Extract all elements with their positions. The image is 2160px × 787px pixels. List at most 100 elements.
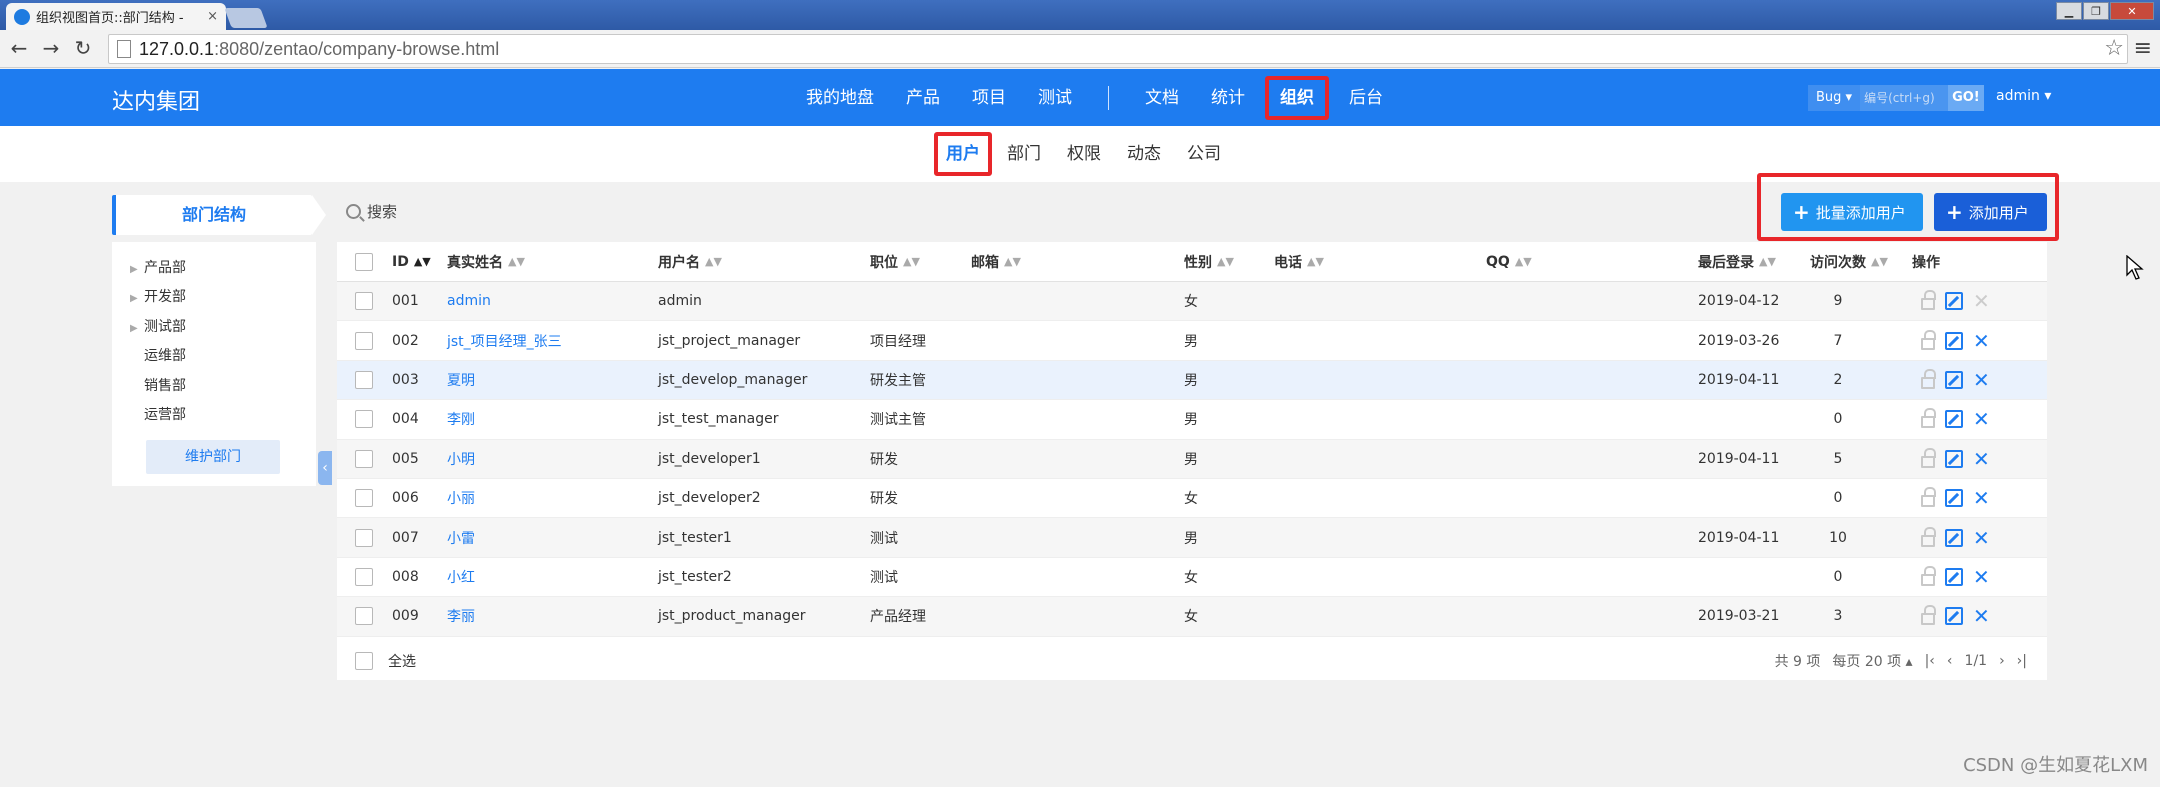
row-checkbox[interactable] bbox=[355, 410, 373, 429]
row-checkbox[interactable] bbox=[355, 567, 373, 586]
dept-node[interactable]: 销售部 bbox=[130, 372, 186, 401]
delete-icon[interactable]: ✕ bbox=[1973, 528, 1990, 548]
select-all-label[interactable]: 全选 bbox=[388, 642, 416, 680]
row-checkbox[interactable] bbox=[355, 370, 373, 389]
col-visits[interactable]: 访问次数 ▲▼ bbox=[1810, 242, 1888, 281]
tab-dept[interactable]: 部门 bbox=[996, 132, 1052, 176]
col-phone[interactable]: 电话 ▲▼ bbox=[1274, 242, 1324, 281]
delete-icon[interactable]: ✕ bbox=[1973, 606, 1990, 626]
nav-doc[interactable]: 文档 bbox=[1133, 76, 1191, 120]
row-checkbox[interactable] bbox=[355, 528, 373, 547]
lock-icon[interactable] bbox=[1921, 447, 1936, 468]
browser-tab[interactable]: 组织视图首页::部门结构 - × bbox=[6, 3, 226, 30]
table-row[interactable]: 008 小红 jst_tester2 测试 女 0 ✕ bbox=[337, 558, 2047, 598]
col-account[interactable]: 用户名 ▲▼ bbox=[658, 242, 722, 281]
bookmark-star-icon[interactable]: ☆ bbox=[2104, 36, 2124, 61]
delete-icon[interactable]: ✕ bbox=[1973, 409, 1990, 429]
next-page-icon[interactable]: › bbox=[1999, 653, 2005, 669]
cell-realname[interactable]: 李刚 bbox=[447, 400, 475, 438]
cell-realname[interactable]: 小红 bbox=[447, 558, 475, 596]
table-row[interactable]: 002 jst_项目经理_张三 jst_project_manager 项目经理 男 20… bbox=[337, 321, 2047, 361]
reload-button[interactable]: ↻ bbox=[70, 36, 96, 60]
nav-project[interactable]: 项目 bbox=[960, 76, 1018, 120]
prev-page-icon[interactable]: ‹ bbox=[1947, 653, 1953, 669]
lock-icon[interactable] bbox=[1921, 487, 1936, 508]
collapse-sidebar-icon[interactable]: ‹ bbox=[318, 451, 332, 485]
nav-qa[interactable]: 测试 bbox=[1026, 76, 1084, 120]
delete-icon[interactable]: ✕ bbox=[1973, 449, 1990, 469]
nav-company[interactable]: 组织 bbox=[1265, 75, 1329, 120]
cell-realname[interactable]: jst_项目经理_张三 bbox=[447, 321, 562, 359]
lock-icon[interactable] bbox=[1921, 368, 1936, 389]
col-qq[interactable]: QQ ▲▼ bbox=[1486, 242, 1532, 281]
back-button[interactable]: ← bbox=[6, 36, 32, 60]
table-row[interactable]: 009 李丽 jst_product_manager 产品经理 女 2019-03-21 3… bbox=[337, 597, 2047, 637]
row-checkbox[interactable] bbox=[355, 292, 373, 311]
select-all-checkbox[interactable] bbox=[355, 652, 373, 670]
delete-icon[interactable]: ✕ bbox=[1973, 488, 1990, 508]
last-page-icon[interactable]: ›| bbox=[2017, 653, 2027, 669]
brand-name[interactable]: 达内集团 bbox=[112, 84, 200, 116]
edit-icon[interactable] bbox=[1945, 449, 1963, 468]
col-gender[interactable]: 性别 ▲▼ bbox=[1184, 242, 1234, 281]
search-go-button[interactable]: GO! bbox=[1948, 85, 1984, 111]
dept-node[interactable]: ▶ 开发部 bbox=[130, 283, 186, 312]
add-user-button[interactable]: + 添加用户 bbox=[1934, 193, 2047, 231]
col-realname[interactable]: 真实姓名 ▲▼ bbox=[447, 242, 525, 281]
col-id[interactable]: ID ▲▼ bbox=[392, 242, 431, 281]
first-page-icon[interactable]: |‹ bbox=[1925, 653, 1935, 669]
tab-company[interactable]: 公司 bbox=[1176, 132, 1232, 176]
search-input[interactable]: 编号(ctrl+g) bbox=[1860, 85, 1949, 111]
nav-product[interactable]: 产品 bbox=[894, 76, 952, 120]
lock-icon[interactable] bbox=[1921, 605, 1936, 626]
search-type-select[interactable]: Bug ▾ bbox=[1808, 85, 1861, 111]
per-page-select[interactable]: 每页 20 项 ▴ bbox=[1832, 651, 1912, 671]
new-tab-button[interactable] bbox=[224, 8, 268, 28]
col-last-login[interactable]: 最后登录 ▲▼ bbox=[1698, 242, 1776, 281]
delete-icon[interactable]: ✕ bbox=[1973, 370, 1990, 390]
header-checkbox[interactable] bbox=[355, 252, 373, 271]
minimize-button[interactable]: ▁ bbox=[2056, 2, 2082, 20]
browser-menu-icon[interactable]: ≡ bbox=[2134, 36, 2152, 61]
edit-icon[interactable] bbox=[1945, 607, 1963, 626]
expand-caret-icon[interactable]: ▶ bbox=[130, 314, 144, 343]
cell-realname[interactable]: admin bbox=[447, 282, 491, 320]
forward-button[interactable]: → bbox=[38, 36, 64, 60]
table-row[interactable]: 004 李刚 jst_test_manager 测试主管 男 0 ✕ bbox=[337, 400, 2047, 440]
delete-icon[interactable]: ✕ bbox=[1973, 331, 1990, 351]
batch-add-user-button[interactable]: + 批量添加用户 bbox=[1781, 193, 1923, 231]
cell-realname[interactable]: 夏明 bbox=[447, 361, 475, 399]
maintain-dept-button[interactable]: 维护部门 bbox=[146, 440, 280, 474]
expand-caret-icon[interactable]: ▶ bbox=[130, 284, 144, 313]
edit-icon[interactable] bbox=[1945, 370, 1963, 389]
table-row[interactable]: 007 小雷 jst_tester1 测试 男 2019-04-11 10 ✕ bbox=[337, 518, 2047, 558]
edit-icon[interactable] bbox=[1945, 489, 1963, 508]
dept-node[interactable]: ▶ 测试部 bbox=[130, 313, 186, 342]
lock-icon[interactable] bbox=[1921, 526, 1936, 547]
dept-node[interactable]: ▶ 产品部 bbox=[130, 254, 186, 283]
row-checkbox[interactable] bbox=[355, 489, 373, 508]
tab-close-icon[interactable]: × bbox=[207, 9, 218, 24]
edit-icon[interactable] bbox=[1945, 528, 1963, 547]
row-checkbox[interactable] bbox=[355, 607, 373, 626]
delete-icon[interactable]: ✕ bbox=[1973, 567, 1990, 587]
edit-icon[interactable] bbox=[1945, 567, 1963, 586]
table-row[interactable]: 006 小丽 jst_developer2 研发 女 0 ✕ bbox=[337, 479, 2047, 519]
url-input[interactable]: 127.0.0.1:8080/zentao/company-browse.htm… bbox=[108, 34, 2128, 64]
col-email[interactable]: 邮箱 ▲▼ bbox=[971, 242, 1021, 281]
maximize-button[interactable]: ❐ bbox=[2083, 2, 2109, 20]
table-row[interactable]: 001 admin admin 女 2019-04-12 9 ✕ bbox=[337, 282, 2047, 322]
row-checkbox[interactable] bbox=[355, 331, 373, 350]
nav-admin[interactable]: 后台 bbox=[1337, 76, 1395, 120]
edit-icon[interactable] bbox=[1945, 292, 1963, 311]
cell-realname[interactable]: 小雷 bbox=[447, 518, 475, 556]
expand-caret-icon[interactable]: ▶ bbox=[130, 255, 144, 284]
nav-my[interactable]: 我的地盘 bbox=[794, 76, 886, 120]
tab-permission[interactable]: 权限 bbox=[1056, 132, 1112, 176]
row-checkbox[interactable] bbox=[355, 449, 373, 468]
lock-icon[interactable] bbox=[1921, 408, 1936, 429]
lock-icon[interactable] bbox=[1921, 565, 1936, 586]
tab-users[interactable]: 用户 bbox=[934, 132, 992, 176]
lock-icon[interactable] bbox=[1921, 329, 1936, 350]
table-row[interactable]: 003 夏明 jst_develop_manager 研发主管 男 2019-04-11 2… bbox=[337, 360, 2047, 401]
